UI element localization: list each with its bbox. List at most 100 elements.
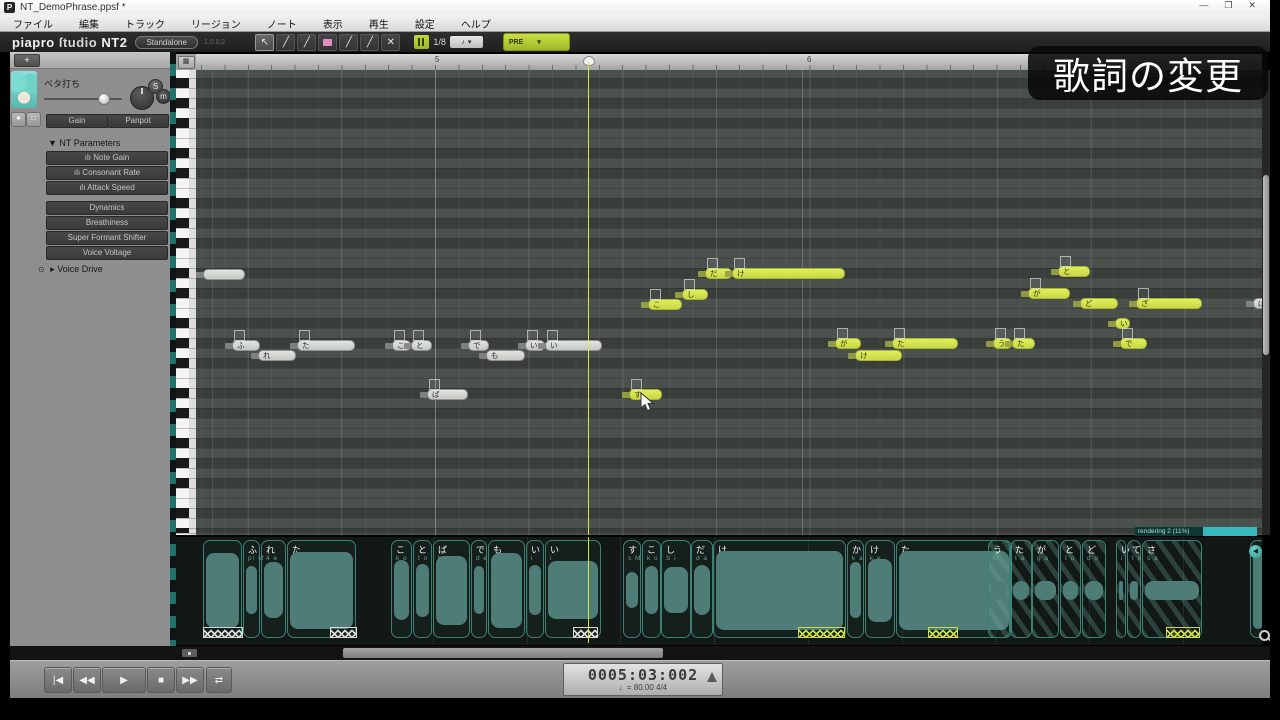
wave-segment-た[interactable]: たt a	[287, 540, 356, 638]
note-velocity-tab[interactable]	[641, 302, 649, 308]
horizontal-scrollbar[interactable]	[10, 646, 1270, 660]
note-handle[interactable]	[234, 330, 245, 341]
note-ふ[interactable]: ふ	[225, 330, 260, 351]
note-れ[interactable]: れ	[251, 350, 296, 361]
note-velocity-tab[interactable]	[698, 271, 706, 277]
note-velocity-tab[interactable]	[1113, 341, 1121, 347]
note-し[interactable]: し	[675, 279, 708, 300]
note-velocity-tab[interactable]	[538, 343, 546, 349]
wave-segment-も[interactable]: もm o	[488, 540, 525, 638]
effect-button-3[interactable]: Voice Voltage	[46, 246, 168, 260]
note-handle[interactable]	[684, 279, 695, 290]
note-が[interactable]: が	[1021, 278, 1070, 299]
note-velocity-tab[interactable]	[1129, 301, 1137, 307]
wave-segment-け[interactable]: けk e	[713, 540, 846, 638]
wave-segment-け[interactable]: けk e	[865, 540, 895, 638]
wave-segment-だ[interactable]: だd a	[691, 540, 713, 638]
goto-start-button[interactable]: |◀	[44, 667, 72, 693]
gain-tab[interactable]: Gain	[46, 114, 108, 128]
stop-button[interactable]: ■	[147, 667, 175, 693]
note-handle[interactable]	[1030, 278, 1041, 289]
close-button[interactable]: ✕	[1248, 0, 1256, 11]
note-と[interactable]: と	[1051, 256, 1090, 277]
note-handle[interactable]	[734, 258, 745, 269]
power-icon[interactable]: ⊙	[38, 265, 45, 274]
mute-button[interactable]: m	[156, 89, 171, 104]
note-velocity-tab[interactable]	[1246, 301, 1254, 307]
note-handle[interactable]	[527, 330, 538, 341]
note-け[interactable]: け	[848, 350, 902, 361]
play-button[interactable]: ▶	[102, 667, 146, 693]
volume-slider[interactable]	[44, 98, 122, 100]
note-も[interactable]: も	[479, 350, 525, 361]
menu-item-2[interactable]: トラック	[112, 16, 178, 31]
wave-segment-す[interactable]: すs M	[623, 540, 641, 638]
note-handle[interactable]	[1060, 256, 1071, 267]
menu-item-1[interactable]: 編集	[66, 16, 112, 31]
minimize-button[interactable]: —	[1199, 0, 1208, 11]
note-velocity-tab[interactable]	[385, 343, 393, 349]
wave-segment-れ[interactable]: れ4 e	[261, 540, 286, 638]
wave-segment-い[interactable]: いi	[1116, 540, 1130, 638]
wave-segment-こ[interactable]: こk o	[391, 540, 412, 638]
wave-segment-て[interactable]: てt e	[1127, 540, 1141, 638]
wave-segment-と[interactable]: とt o	[1060, 540, 1081, 638]
note-handle[interactable]	[1138, 288, 1149, 299]
horizontal-scrollbar-thumb[interactable]	[343, 648, 663, 658]
voice-drive-row[interactable]: ⊙ ▸ Voice Drive	[38, 264, 103, 275]
note-け[interactable]: け	[725, 258, 845, 279]
note-velocity-tab[interactable]	[725, 271, 733, 277]
wave-segment-か[interactable]: かk a	[847, 540, 864, 638]
horizontal-scrollbar-button[interactable]	[182, 649, 197, 657]
wave-segment-と[interactable]: とt o	[413, 540, 432, 638]
volume-slider-knob[interactable]	[98, 93, 110, 105]
lyric-pen-tool[interactable]: ╱	[339, 33, 359, 51]
wave-segment-い[interactable]: いi	[526, 540, 544, 638]
wave-segment[interactable]	[203, 540, 242, 638]
note-こ[interactable]: こ	[641, 289, 682, 310]
waveform-lane[interactable]: ふp\ Mれ4 eたt aこk oとt oばb aでd eもm oいiいiすs …	[176, 537, 1262, 645]
wave-segment-い[interactable]: いi	[545, 540, 601, 638]
note-velocity-tab[interactable]	[675, 292, 683, 298]
chevron-right-icon[interactable]: ▸	[50, 264, 55, 274]
wave-segment-こ[interactable]: こk o	[642, 540, 661, 638]
note-handle[interactable]	[995, 328, 1006, 339]
note-grid[interactable]: ふれたことでもいいばすこしだけがけたうたがとどいでざば	[196, 70, 1262, 535]
note-が[interactable]: が	[828, 328, 861, 349]
note[interactable]	[196, 269, 245, 280]
add-track-button[interactable]: +	[14, 54, 40, 67]
sparkle-icon[interactable]: ✦	[11, 112, 26, 127]
note-い[interactable]: い	[538, 330, 602, 351]
note-た[interactable]: た	[1005, 328, 1035, 349]
nt-parameters-label[interactable]: ▼ NT Parameters	[48, 138, 120, 148]
vertical-scrollbar-thumb[interactable]	[1263, 175, 1269, 355]
note-で[interactable]: で	[461, 330, 489, 351]
wave-segment-さ[interactable]: さs a	[1142, 540, 1202, 638]
note-handle[interactable]	[837, 328, 848, 339]
note-handle[interactable]	[707, 258, 718, 269]
effect-button-1[interactable]: Breathiness	[46, 216, 168, 230]
nt-parameter-button-2[interactable]: ılı Attack Speed	[46, 181, 168, 195]
grid-settings-button[interactable]: ▦	[177, 55, 195, 69]
note-handle[interactable]	[470, 330, 481, 341]
menu-item-0[interactable]: ファイル	[0, 16, 66, 31]
menu-item-5[interactable]: 表示	[310, 16, 356, 31]
rewind-button[interactable]: ◀◀	[73, 667, 101, 693]
note-た[interactable]: た	[290, 330, 355, 351]
prerender-button[interactable]: PRE ▾	[502, 33, 570, 51]
note-で[interactable]: で	[1113, 328, 1147, 349]
wave-segment-ふ[interactable]: ふ p\ M	[243, 540, 264, 638]
effect-button-2[interactable]: Super Formant Shifter	[46, 231, 168, 245]
note-velocity-tab[interactable]	[404, 343, 412, 349]
wave-scroll-handle[interactable]: ◀	[1249, 545, 1262, 558]
note-ざ[interactable]: ざ	[1129, 288, 1202, 309]
note-handle[interactable]	[413, 330, 424, 341]
menu-item-6[interactable]: 再生	[356, 16, 402, 31]
wave-segment-し[interactable]: しS i	[661, 540, 691, 638]
loop-button[interactable]: ⇄	[206, 667, 232, 693]
metronome-icon[interactable]	[707, 672, 717, 682]
wave-segment-ど[interactable]: どd o	[1082, 540, 1106, 638]
select-tool[interactable]: ↖	[255, 33, 275, 51]
note-た[interactable]: た	[885, 328, 958, 349]
note-handle[interactable]	[394, 330, 405, 341]
